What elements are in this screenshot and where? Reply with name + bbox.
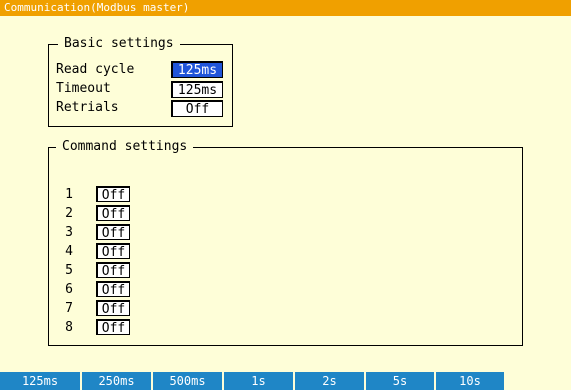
softkey-500ms[interactable]: 500ms [153, 372, 224, 390]
read-cycle-label: Read cycle [56, 62, 135, 77]
timeout-field[interactable]: 125ms [171, 81, 223, 98]
command-number: 7 [65, 301, 73, 316]
softkey-2s[interactable]: 2s [295, 372, 366, 390]
command-2-field[interactable]: Off [96, 205, 130, 222]
timeout-label: Timeout [56, 81, 111, 96]
command-number: 4 [65, 244, 73, 259]
command-number: 3 [65, 225, 73, 240]
window-title: Communication(Modbus master) [2, 1, 193, 15]
read-cycle-field[interactable]: 125ms [171, 61, 223, 78]
command-number: 6 [65, 282, 73, 297]
command-number: 2 [65, 206, 73, 221]
command-5-field[interactable]: Off [96, 262, 130, 279]
command-8-field[interactable]: Off [96, 319, 130, 336]
command-3-field[interactable]: Off [96, 224, 130, 241]
softkey-10s[interactable]: 10s [436, 372, 506, 390]
command-1-field[interactable]: Off [96, 186, 130, 203]
basic-settings-title: Basic settings [58, 36, 180, 52]
command-number: 5 [65, 263, 73, 278]
command-number: 8 [65, 320, 73, 335]
softkey-250ms[interactable]: 250ms [82, 372, 153, 390]
retrials-field[interactable]: Off [171, 100, 223, 117]
command-7-field[interactable]: Off [96, 300, 130, 317]
command-4-field[interactable]: Off [96, 243, 130, 260]
retrials-label: Retrials [56, 100, 119, 115]
command-settings-title: Command settings [56, 139, 194, 155]
command-number: 1 [65, 187, 73, 202]
title-bar: Communication(Modbus master) [0, 0, 571, 16]
command-6-field[interactable]: Off [96, 281, 130, 298]
softkey-bar: 125ms 250ms 500ms 1s 2s 5s 10s [0, 372, 571, 390]
softkey-125ms[interactable]: 125ms [0, 372, 82, 390]
softkey-5s[interactable]: 5s [366, 372, 436, 390]
softkey-1s[interactable]: 1s [224, 372, 295, 390]
